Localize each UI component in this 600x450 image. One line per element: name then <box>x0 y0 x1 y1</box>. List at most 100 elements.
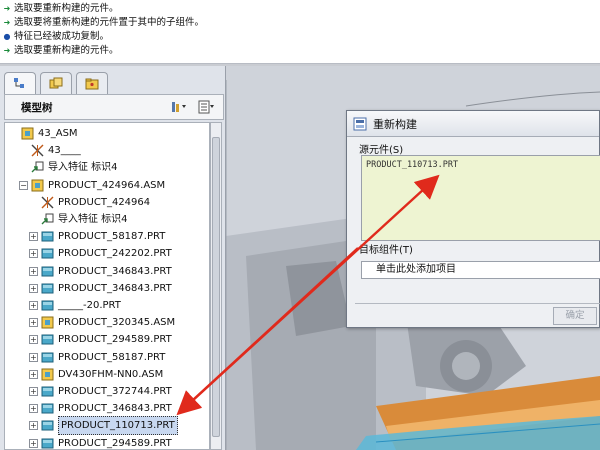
tab-favorites[interactable] <box>76 72 108 94</box>
expand-toggle[interactable]: − <box>19 180 28 190</box>
tree-item[interactable]: + PRODUCT_294589.PRT <box>29 331 172 348</box>
navigator-panel: 模型树 43_ASM 43____ 导入特征 标识4 − PRODUCT_424964.… <box>0 66 226 450</box>
expand-toggle[interactable]: + <box>29 404 38 414</box>
expand-toggle[interactable]: + <box>29 318 38 328</box>
expand-toggle[interactable]: + <box>29 335 38 345</box>
tree-item-label: 43_ASM <box>38 128 78 139</box>
tree-item[interactable]: + PRODUCT_294589.PRT <box>29 435 172 449</box>
expand-toggle[interactable]: + <box>29 266 38 276</box>
tree-item[interactable]: + PRODUCT_346843.PRT <box>29 280 172 297</box>
tree-item-label: PRODUCT_346843.PRT <box>58 282 172 294</box>
tree-item-label: PRODUCT_110713.PRT <box>58 416 178 436</box>
tree-item[interactable]: − PRODUCT_424964.ASM <box>19 177 165 194</box>
tree-item-label: PRODUCT_346843.PRT <box>58 265 172 277</box>
tree-item-label: PRODUCT_424964.ASM <box>48 179 166 191</box>
model-tree: 43_ASM 43____ 导入特征 标识4 − PRODUCT_424964.ASM P… <box>4 122 210 450</box>
part-icon <box>41 300 54 311</box>
coordinate-system-icon <box>41 196 54 209</box>
tree-item-label: _____-20.PRT <box>58 300 121 311</box>
tab-folder-browser[interactable] <box>40 72 72 94</box>
message-line: ➜ 选取要重新构建的元件。 <box>2 44 600 58</box>
part-icon <box>41 352 54 363</box>
import-feature-icon <box>31 161 44 173</box>
expand-toggle[interactable]: + <box>29 249 38 259</box>
expand-toggle[interactable]: + <box>29 387 38 396</box>
part-icon <box>41 438 54 449</box>
tree-item-label: PRODUCT_294589.PRT <box>58 334 172 346</box>
tree-item[interactable]: 导入特征 标识4 <box>19 159 118 176</box>
dialog-title: 重新构建 <box>373 117 417 131</box>
dialog-titlebar[interactable]: 重新构建 <box>347 111 599 137</box>
tree-item[interactable]: + PRODUCT_58187.PRT <box>29 228 165 245</box>
message-text: 选取要将重新构建的元件置于其中的子组件。 <box>14 17 205 28</box>
tree-item[interactable]: + PRODUCT_242202.PRT <box>29 245 172 262</box>
tree-settings-button[interactable] <box>167 98 191 116</box>
expand-toggle[interactable]: + <box>29 283 38 293</box>
tree-item[interactable]: + PRODUCT_346843.PRT <box>29 263 172 280</box>
part-icon <box>41 403 54 414</box>
part-icon <box>41 248 54 259</box>
model-tree-title: 模型树 <box>21 101 53 114</box>
settings-icon <box>172 102 186 112</box>
expand-toggle[interactable]: + <box>29 352 38 362</box>
model-tree-icon <box>14 77 24 88</box>
tree-item-label: PRODUCT_346843.PRT <box>58 403 172 415</box>
message-line: ➜ 选取要将重新构建的元件置于其中的子组件。 <box>2 16 600 30</box>
assembly-icon <box>41 316 54 329</box>
message-text: 选取要重新构建的元件。 <box>14 3 119 14</box>
target-assembly-label: 目标组件(T) <box>359 245 413 256</box>
tree-item-label: PRODUCT_294589.PRT <box>58 437 172 449</box>
message-text: 特征已经被成功复制。 <box>14 31 110 42</box>
tree-show-button[interactable] <box>195 98 219 116</box>
tree-item[interactable]: + _____-20.PRT <box>29 297 121 314</box>
part-icon <box>41 231 54 242</box>
reconstruct-dialog: 重新构建 源元件(S) PRODUCT_110713.PRT 目标组件(T) 单… <box>346 110 600 328</box>
tree-item-label: PRODUCT_320345.ASM <box>58 317 176 329</box>
reconstruct-icon <box>353 117 367 130</box>
tree-item-label: DV430FHM-NN0.ASM <box>58 368 164 380</box>
source-component-item[interactable]: PRODUCT_110713.PRT <box>366 160 596 170</box>
assembly-icon <box>41 368 54 381</box>
expand-toggle[interactable]: + <box>29 438 38 448</box>
tree-item[interactable]: + PRODUCT_320345.ASM <box>29 314 175 331</box>
import-feature-icon <box>41 213 54 225</box>
tree-item[interactable]: + PRODUCT_346843.PRT <box>29 400 172 417</box>
tree-item[interactable]: 43____ <box>19 142 81 159</box>
message-line: ● 特征已经被成功复制。 <box>2 30 600 44</box>
part-icon <box>41 334 54 345</box>
message-area: ➜ 选取要重新构建的元件。 ➜ 选取要将重新构建的元件置于其中的子组件。 ● 特… <box>0 0 600 64</box>
expand-toggle[interactable]: + <box>29 421 38 431</box>
tree-item[interactable]: + PRODUCT_110713.PRT <box>29 416 178 436</box>
part-icon <box>41 283 54 294</box>
expand-toggle[interactable]: + <box>29 369 38 379</box>
expand-toggle[interactable]: + <box>29 232 38 242</box>
ok-button[interactable]: 确定 <box>553 307 597 325</box>
tree-item[interactable]: 43_ASM <box>9 125 78 142</box>
tree-item-label: 导入特征 标识4 <box>58 214 128 225</box>
tree-item-label: PRODUCT_242202.PRT <box>58 248 172 260</box>
layers-icon <box>49 77 63 88</box>
assembly-icon <box>31 179 44 192</box>
message-line: ➜ 选取要重新构建的元件。 <box>2 2 600 16</box>
tree-item-label: 43____ <box>48 145 81 157</box>
tree-item[interactable]: + PRODUCT_372744.PRT <box>29 383 172 400</box>
assembly-icon <box>21 127 34 140</box>
info-dot-icon: ● <box>3 32 11 41</box>
prompt-arrow-icon: ➜ <box>3 18 11 27</box>
target-assembly-field[interactable]: 单击此处添加项目 <box>361 261 600 279</box>
source-component-list[interactable]: PRODUCT_110713.PRT <box>361 155 600 241</box>
scrollbar-thumb[interactable] <box>212 137 220 437</box>
tree-item[interactable]: 导入特征 标识4 <box>29 211 128 228</box>
folder-icon <box>85 78 99 89</box>
tree-item-label: PRODUCT_372744.PRT <box>58 386 172 397</box>
tree-item[interactable]: + DV430FHM-NN0.ASM <box>29 366 163 383</box>
tree-item[interactable]: PRODUCT_424964 <box>29 194 150 211</box>
tree-item-label: PRODUCT_424964 <box>58 196 151 208</box>
model-tree-scrollbar[interactable] <box>210 122 222 450</box>
tree-item[interactable]: + PRODUCT_58187.PRT <box>29 349 165 366</box>
navigator-tabs <box>4 72 112 94</box>
part-icon <box>41 420 54 431</box>
expand-toggle[interactable]: + <box>29 301 38 310</box>
prompt-arrow-icon: ➜ <box>3 46 11 55</box>
tab-model-tree[interactable] <box>4 72 36 94</box>
